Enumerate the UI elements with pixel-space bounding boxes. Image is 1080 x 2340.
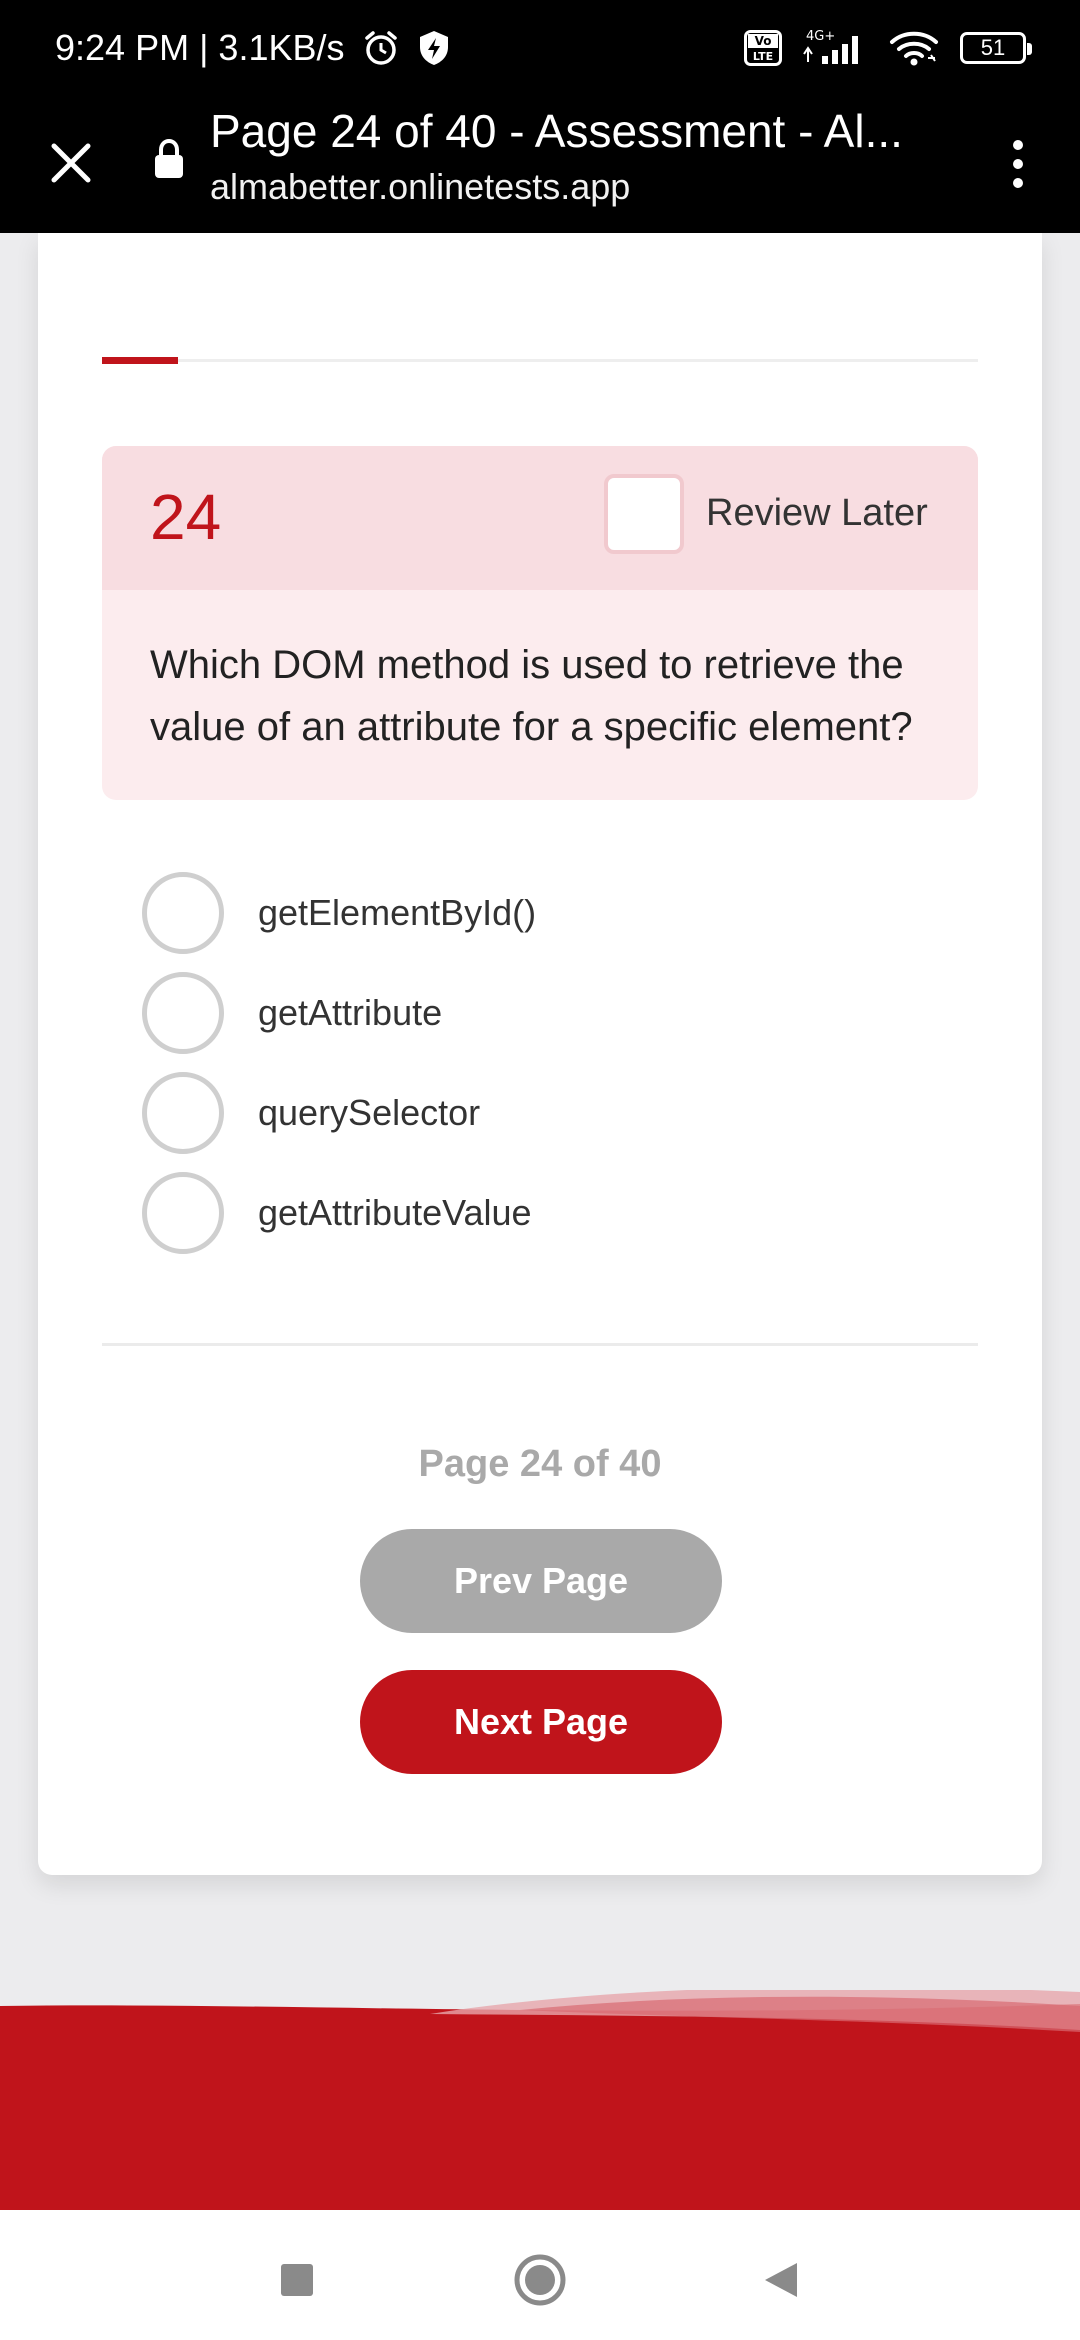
option-label[interactable]: querySelector	[258, 1092, 480, 1134]
option-label[interactable]: getAttribute	[258, 992, 442, 1034]
question-card: 24 Review Later Which DOM method is used…	[38, 233, 1042, 1875]
dot-icon	[1013, 159, 1023, 169]
answer-option[interactable]: getAttributeValue	[142, 1163, 842, 1263]
square-icon	[281, 2264, 313, 2296]
review-later-checkbox[interactable]	[604, 474, 684, 554]
signal-icon: 4G+	[800, 28, 870, 68]
home-button[interactable]	[505, 2245, 575, 2315]
answer-option[interactable]: getElementById()	[142, 863, 842, 963]
screen: 9:24 PM | 3.1KB/s Vo LTE 4G+ 51 Page 24 …	[0, 0, 1080, 2340]
overflow-menu-button[interactable]	[996, 124, 1040, 204]
close-icon	[51, 143, 91, 183]
svg-text:Vo: Vo	[755, 34, 772, 48]
radio-button[interactable]	[142, 1172, 224, 1254]
status-bar: 9:24 PM | 3.1KB/s Vo LTE 4G+ 51	[0, 0, 1080, 96]
shield-bolt-icon	[417, 29, 451, 67]
wifi-icon	[888, 28, 942, 68]
answer-options: getElementById() getAttribute querySelec…	[142, 863, 842, 1263]
svg-text:4G+: 4G+	[806, 29, 835, 44]
option-label[interactable]: getElementById()	[258, 892, 536, 934]
dot-icon	[1013, 178, 1023, 188]
battery-level: 51	[980, 35, 1006, 60]
status-right: Vo LTE 4G+ 51	[744, 28, 1032, 68]
battery-icon: 51	[960, 32, 1032, 64]
page-title: Page 24 of 40 - Assessment - Al...	[210, 105, 903, 157]
svg-text:LTE: LTE	[753, 50, 773, 63]
answer-option[interactable]: getAttribute	[142, 963, 842, 1063]
close-tab-button[interactable]	[40, 132, 102, 194]
prev-page-button[interactable]: Prev Page	[360, 1529, 722, 1633]
review-later-label[interactable]: Review Later	[706, 492, 928, 535]
dot-icon	[1013, 140, 1023, 150]
url-text[interactable]: almabetter.onlinetests.app	[210, 166, 630, 208]
next-page-button[interactable]: Next Page	[360, 1670, 722, 1774]
progress-fill	[102, 357, 179, 364]
radio-button[interactable]	[142, 1072, 224, 1154]
alarm-icon	[361, 28, 401, 68]
question-number: 24	[150, 481, 222, 553]
volte-icon: Vo LTE	[744, 30, 782, 66]
status-time-speed: 9:24 PM | 3.1KB/s	[55, 27, 345, 68]
question-text: Which DOM method is used to retrieve the…	[150, 643, 913, 749]
status-left: 9:24 PM | 3.1KB/s	[55, 27, 451, 69]
browser-toolbar: Page 24 of 40 - Assessment - Al... almab…	[0, 96, 1080, 233]
answer-option[interactable]: querySelector	[142, 1063, 842, 1163]
progress-track	[102, 357, 978, 364]
page-indicator: Page 24 of 40	[418, 1443, 662, 1485]
footer-wave-decoration	[0, 1990, 1080, 2210]
question-box: 24 Review Later Which DOM method is used…	[102, 446, 978, 800]
lock-icon	[152, 138, 186, 185]
back-button[interactable]	[746, 2245, 816, 2315]
option-label[interactable]: getAttributeValue	[258, 1192, 532, 1234]
radio-button[interactable]	[142, 872, 224, 954]
radio-button[interactable]	[142, 972, 224, 1054]
system-nav-bar	[0, 2210, 1080, 2340]
recent-apps-button[interactable]	[262, 2245, 332, 2315]
question-header: 24 Review Later	[102, 446, 978, 590]
divider	[102, 1343, 978, 1346]
circle-icon	[514, 2254, 566, 2306]
triangle-back-icon	[765, 2263, 797, 2297]
